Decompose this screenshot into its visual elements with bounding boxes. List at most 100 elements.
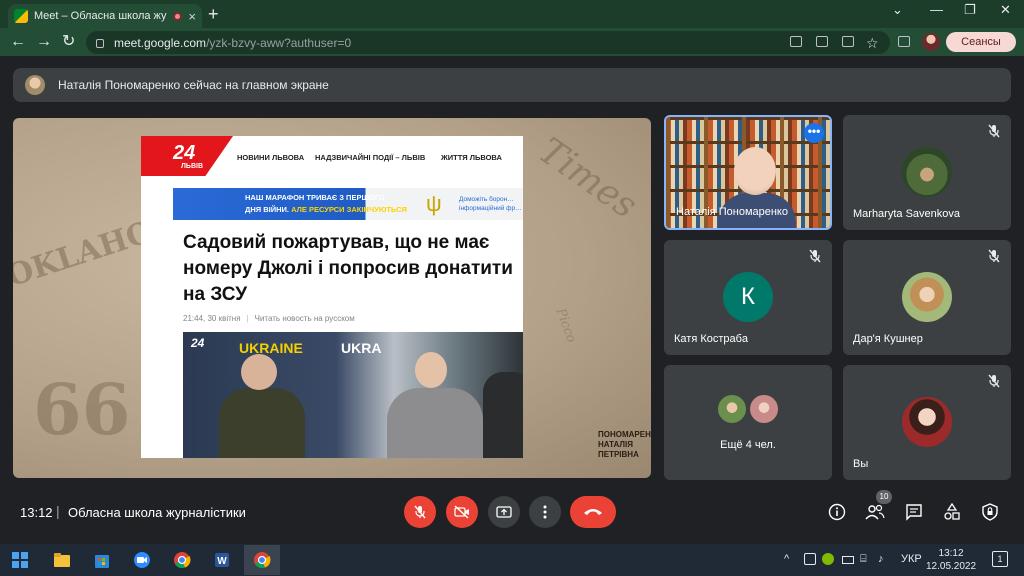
mic-off-icon bbox=[809, 249, 821, 263]
participant-tile-katia[interactable]: К Катя Кострабa bbox=[664, 240, 832, 355]
language-indicator[interactable]: УКР bbox=[901, 553, 922, 565]
mic-off-icon bbox=[988, 124, 1000, 138]
article-nav-item: НАДЗВИЧАЙНІ ПОДІЇ – ЛЬВІВ bbox=[315, 153, 426, 162]
tray-app-icon[interactable] bbox=[804, 553, 816, 565]
notification-center-icon[interactable]: 1 bbox=[992, 551, 1008, 567]
shared-article: 24 ЛЬВІВ НОВИНИ ЛЬВОВА НАДЗВИЧАЙНІ ПОДІЇ… bbox=[141, 136, 523, 458]
leave-call-button[interactable] bbox=[570, 496, 616, 528]
activities-icon[interactable] bbox=[942, 502, 962, 522]
participant-avatar bbox=[716, 393, 748, 425]
more-vert-icon bbox=[543, 505, 547, 519]
windows-taskbar: W ^ ⌸ ♪ УКР 13:12 12.05.2022 1 bbox=[0, 544, 1024, 576]
mic-off-icon bbox=[988, 374, 1000, 388]
participant-name: Наталія Пономаренко bbox=[676, 206, 788, 218]
tab-title: Meet – Обласна школа жур… bbox=[34, 10, 167, 22]
profile-avatar[interactable] bbox=[922, 33, 940, 51]
url-text: meet.google.com/yzk-bzvy-aww?authuser=0 bbox=[114, 35, 352, 50]
camera-off-icon bbox=[454, 505, 469, 519]
participant-name: Marharyta Savenkova bbox=[853, 208, 960, 220]
browser-toolbar: ← → ↻ meet.google.com/yzk-bzvy-aww?authu… bbox=[0, 28, 1024, 56]
zoom-icon[interactable] bbox=[132, 550, 152, 570]
bookmark-star-icon[interactable]: ☆ bbox=[866, 33, 879, 53]
taskbar-clock[interactable]: 13:12 12.05.2022 bbox=[926, 547, 976, 573]
forward-arrow-icon[interactable]: → bbox=[36, 32, 52, 52]
site-logo: 24 ЛЬВІВ bbox=[141, 136, 233, 176]
chrome-active-window[interactable] bbox=[244, 545, 280, 575]
mic-off-icon bbox=[988, 249, 1000, 263]
present-screen-icon bbox=[496, 506, 512, 518]
article-nav-item: ЖИТТЯ ЛЬВОВА bbox=[441, 153, 502, 162]
host-controls-icon[interactable] bbox=[980, 502, 1000, 522]
more-options-button[interactable] bbox=[529, 496, 561, 528]
presenting-banner: Наталія Пономаренко сейчас на главном эк… bbox=[13, 68, 1011, 102]
meeting-info-icon[interactable] bbox=[827, 502, 847, 522]
article-ad-banner: НАШ МАРАФОН ТРИВАЄ З ПЕРШОГО ДНЯ ВІЙНИ. … bbox=[173, 188, 523, 220]
present-screen-button[interactable] bbox=[488, 496, 520, 528]
share-icon[interactable] bbox=[842, 36, 854, 47]
article-nav-item: НОВИНИ ЛЬВОВА bbox=[237, 153, 305, 162]
volume-icon[interactable]: ♪ bbox=[878, 553, 884, 565]
participant-tile-others[interactable]: Ещё 4 чел. bbox=[664, 365, 832, 480]
reload-icon[interactable]: ↻ bbox=[62, 32, 75, 52]
article-headline: Садовий пожартував, що не має номеру Джо… bbox=[183, 232, 513, 305]
people-icon[interactable] bbox=[865, 502, 885, 522]
side-panel-icon[interactable] bbox=[898, 36, 910, 47]
back-arrow-icon[interactable]: ← bbox=[10, 32, 26, 52]
network-icon[interactable]: ⌸ bbox=[860, 553, 867, 566]
windows-start-icon[interactable] bbox=[10, 550, 30, 570]
article-photo: 24 UKRAINE UKRA bbox=[183, 332, 523, 458]
hang-up-icon bbox=[584, 509, 602, 515]
battery-icon[interactable] bbox=[842, 556, 854, 564]
tray-security-icon[interactable] bbox=[822, 553, 834, 565]
close-window-button[interactable]: ✕ bbox=[1000, 2, 1011, 18]
maximize-button[interactable]: ❐ bbox=[964, 2, 976, 18]
participant-tile-marharyta[interactable]: Marharyta Savenkova bbox=[843, 115, 1011, 230]
participant-tile-you[interactable]: Вы bbox=[843, 365, 1011, 480]
bg-deco-text: 66 bbox=[33, 368, 131, 451]
more-participants-label: Ещё 4 чел. bbox=[720, 439, 776, 451]
camera-icon[interactable] bbox=[790, 36, 802, 47]
translate-icon[interactable] bbox=[816, 36, 828, 47]
chrome-icon[interactable] bbox=[172, 550, 192, 570]
participant-name: Катя Кострабa bbox=[674, 333, 749, 345]
photo-person bbox=[415, 352, 447, 388]
meet-favicon-icon bbox=[14, 9, 28, 23]
tab-search-icon[interactable]: ⌄ bbox=[892, 2, 903, 18]
participant-count-badge: 10 bbox=[876, 490, 892, 504]
presenter-signature: ПОНОМАРЕНКО НАТАЛІЯ ПЕТРІВНА bbox=[598, 430, 651, 459]
word-icon[interactable]: W bbox=[212, 550, 232, 570]
chrome-icon bbox=[254, 552, 271, 569]
browser-tab-bar: Meet – Обласна школа жур… × + ⌄ — ❐ ✕ bbox=[0, 0, 1024, 28]
toggle-mic-button[interactable] bbox=[404, 496, 436, 528]
new-tab-button[interactable]: + bbox=[208, 4, 219, 24]
lock-icon bbox=[96, 39, 104, 48]
participant-avatar bbox=[902, 272, 952, 322]
presenting-text: Наталія Пономаренко сейчас на главном эк… bbox=[58, 78, 329, 92]
photo-person bbox=[241, 354, 277, 390]
participant-avatar bbox=[902, 147, 952, 197]
presentation-stage[interactable]: OKLAHOMA 66 Times Picco 24 ЛЬВІВ НОВИНИ … bbox=[13, 118, 651, 478]
mic-off-icon bbox=[414, 505, 426, 519]
participant-tile-nataliia[interactable]: ••• Наталія Пономаренко bbox=[664, 115, 832, 230]
trident-icon: ψ bbox=[426, 191, 442, 216]
minimize-button[interactable]: — bbox=[930, 2, 943, 17]
participant-tile-daria[interactable]: Дар'я Кушнер bbox=[843, 240, 1011, 355]
chat-icon[interactable] bbox=[904, 502, 924, 522]
tab-close-icon[interactable]: × bbox=[188, 9, 196, 24]
browser-tab-meet[interactable]: Meet – Обласна школа жур… × bbox=[8, 4, 202, 28]
participant-initial-avatar: К bbox=[723, 272, 773, 322]
bg-deco-text: Picco bbox=[552, 306, 579, 345]
store-icon[interactable] bbox=[92, 550, 112, 570]
address-bar[interactable]: meet.google.com/yzk-bzvy-aww?authuser=0 bbox=[86, 31, 890, 54]
bg-deco-text: Times bbox=[531, 130, 645, 227]
photo-person bbox=[483, 372, 523, 458]
more-options-icon[interactable]: ••• bbox=[804, 123, 824, 143]
participant-name: Вы bbox=[853, 458, 869, 470]
tray-chevron-icon[interactable]: ^ bbox=[784, 553, 789, 565]
file-explorer-icon[interactable] bbox=[52, 550, 72, 570]
toggle-camera-button[interactable] bbox=[446, 496, 478, 528]
article-meta: 21:44, 30 квітня | Читать новость на русск… bbox=[183, 314, 355, 323]
svg-text:W: W bbox=[217, 556, 227, 567]
meeting-clock: 13:12 bbox=[20, 505, 53, 520]
sessions-chip[interactable]: Сеансы bbox=[946, 32, 1016, 52]
